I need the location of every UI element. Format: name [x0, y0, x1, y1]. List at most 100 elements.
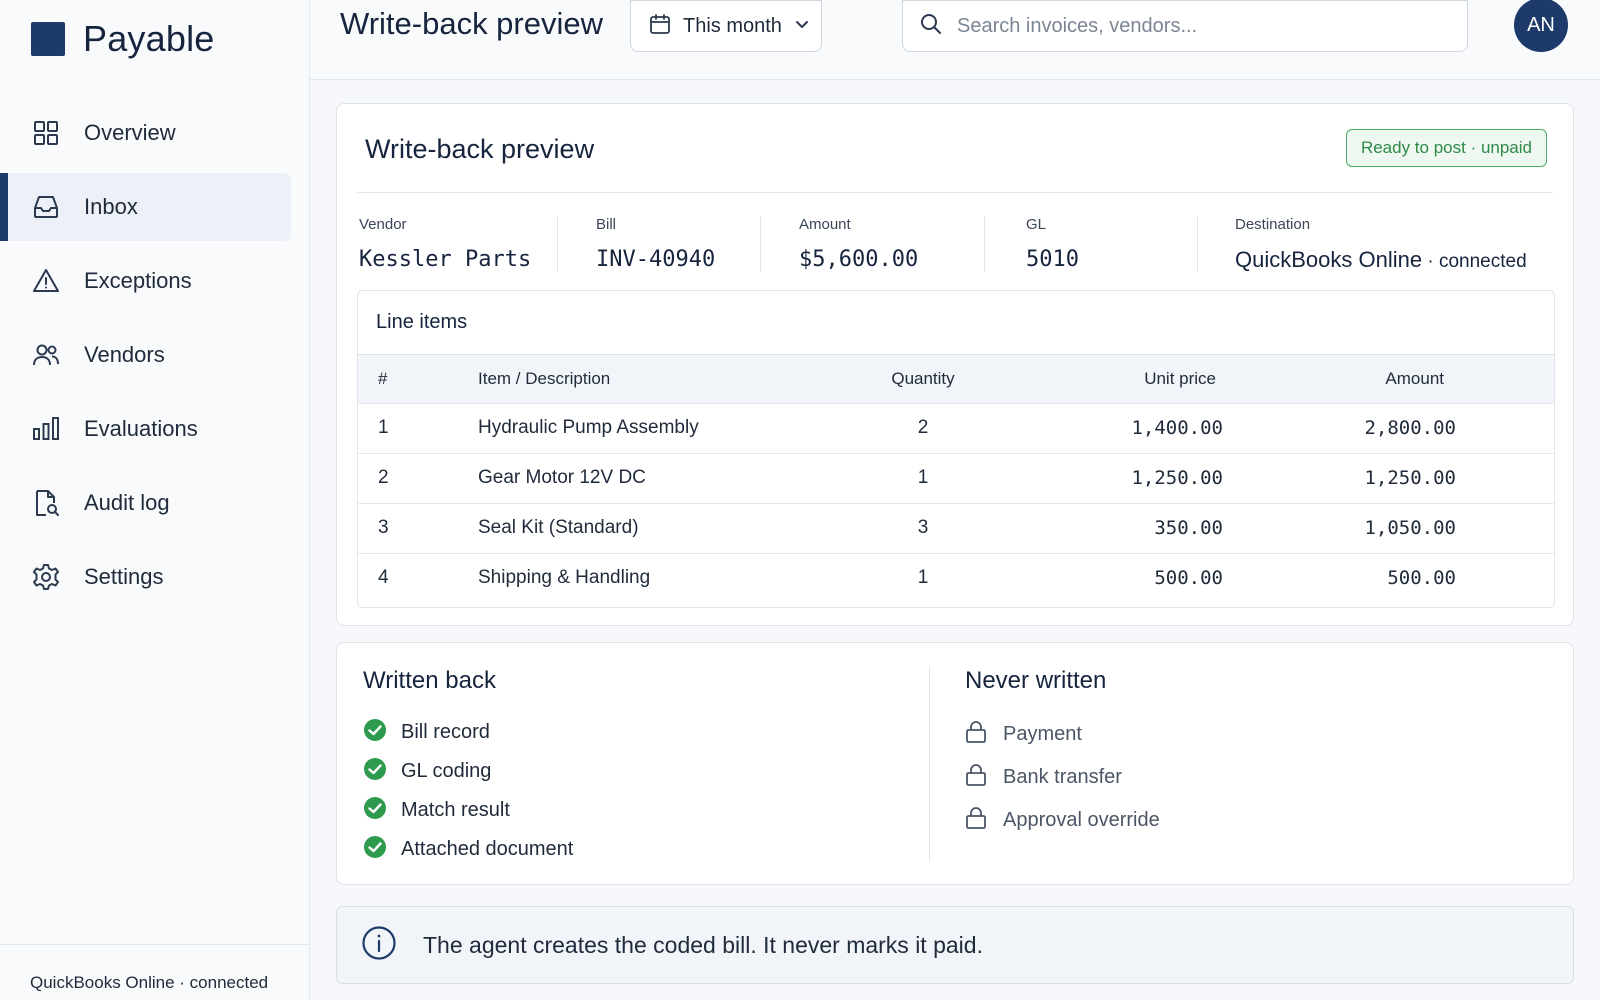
check-circle-icon — [363, 835, 387, 864]
search-icon — [919, 12, 943, 41]
row-quantity: 1 — [917, 467, 929, 488]
date-filter-label: This month — [683, 14, 782, 37]
sidebar-item-inbox[interactable]: Inbox — [0, 173, 291, 241]
sidebar-item-overview[interactable]: Overview — [0, 99, 291, 167]
sidebar-item-exceptions[interactable]: Exceptions — [0, 247, 291, 315]
divider — [1197, 216, 1198, 272]
row-amount: 1,050.00 — [1364, 517, 1456, 539]
user-avatar[interactable]: AN — [1514, 0, 1568, 52]
sidebar-nav: Overview Inbox Exceptions Vendors Evalua… — [0, 99, 291, 617]
sidebar-item-label: Vendors — [84, 342, 165, 367]
grid-icon — [32, 119, 60, 147]
brand[interactable]: Payable — [31, 18, 215, 60]
sidebar-item-vendors[interactable]: Vendors — [0, 321, 291, 389]
row-unit-price: 1,400.00 — [1131, 417, 1223, 439]
never-written-label: Bank transfer — [1003, 766, 1122, 788]
written-back-item: Attached document — [363, 830, 573, 869]
bill-value: INV-40940 — [596, 247, 716, 272]
amount-field: Amount $5,600.00 — [799, 216, 918, 272]
sidebar: Payable Overview Inbox Exceptions Vendor… — [0, 0, 310, 1000]
vendor-value: Kessler Parts — [359, 247, 532, 272]
sidebar-item-label: Inbox — [84, 194, 138, 219]
gl-value: 5010 — [1026, 247, 1079, 272]
sidebar-item-label: Overview — [84, 120, 176, 145]
destination-status: · connected — [1422, 251, 1527, 272]
amount-label: Amount — [799, 216, 851, 233]
sidebar-item-settings[interactable]: Settings — [0, 543, 291, 611]
top-bar: Write-back preview This month AN — [310, 0, 1600, 80]
row-quantity: 2 — [917, 417, 929, 438]
gl-field: GL 5010 — [1026, 216, 1079, 272]
destination-value: QuickBooks Online · connected — [1235, 247, 1527, 273]
bar-chart-icon — [32, 415, 60, 443]
column-header: # — [378, 368, 388, 388]
divider — [984, 216, 985, 272]
search-input[interactable] — [957, 14, 1437, 38]
calendar-icon — [649, 13, 671, 40]
line-items-title: Line items — [358, 291, 1554, 355]
date-filter-dropdown[interactable]: This month — [630, 0, 822, 52]
written-back-label: Bill record — [401, 721, 490, 743]
written-back-label: GL coding — [401, 760, 492, 782]
never-written-item: Bank transfer — [965, 756, 1160, 799]
write-back-preview-card: Write-back preview Ready to post · unpai… — [336, 103, 1574, 626]
sidebar-item-evaluations[interactable]: Evaluations — [0, 395, 291, 463]
sidebar-item-label: Evaluations — [84, 416, 198, 441]
check-circle-icon — [363, 757, 387, 786]
vendor-label: Vendor — [359, 216, 407, 233]
destination-label: Destination — [1235, 216, 1311, 233]
table-row[interactable]: 4 Shipping & Handling 1 500.00 500.00 — [358, 553, 1554, 603]
table-row[interactable]: 3 Seal Kit (Standard) 3 350.00 1,050.00 — [358, 503, 1554, 553]
table-row[interactable]: 2 Gear Motor 12V DC 1 1,250.00 1,250.00 — [358, 453, 1554, 503]
sidebar-item-label: Exceptions — [84, 268, 192, 293]
column-header: Quantity — [891, 368, 955, 388]
never-written-label: Payment — [1003, 723, 1082, 745]
table-header-row: # Item / Description Quantity Unit price… — [358, 355, 1554, 403]
row-description: Gear Motor 12V DC — [478, 467, 646, 488]
row-unit-price: 500.00 — [1154, 567, 1223, 590]
bill-summary: Vendor Kessler Parts Bill INV-40940 Amou… — [337, 204, 1573, 284]
integration-status: QuickBooks Online · connected — [0, 944, 310, 1000]
written-back-item: Bill record — [363, 713, 573, 752]
written-back-label: Match result — [401, 799, 510, 821]
info-message: The agent creates the coded bill. It nev… — [423, 931, 983, 958]
row-description: Seal Kit (Standard) — [478, 517, 639, 538]
bill-label: Bill — [596, 216, 617, 233]
inbox-icon — [32, 193, 60, 221]
page-title: Write-back preview — [340, 6, 604, 41]
row-unit-price: 1,250.00 — [1131, 467, 1223, 489]
column-header: Unit price — [1144, 368, 1216, 388]
search-box[interactable] — [902, 0, 1468, 52]
amount-value: $5,600.00 — [799, 247, 919, 272]
gl-label: GL — [1026, 216, 1047, 233]
row-quantity: 3 — [917, 517, 929, 538]
divider — [357, 192, 1553, 193]
written-back-section: Written back Bill record GL coding Match… — [363, 667, 573, 869]
line-items-table: # Item / Description Quantity Unit price… — [358, 355, 1554, 603]
written-back-label: Attached document — [401, 838, 574, 860]
sidebar-item-label: Settings — [84, 564, 164, 589]
column-header: Amount — [1385, 368, 1444, 388]
row-description: Shipping & Handling — [478, 567, 651, 589]
never-written-section: Never written Payment Bank transfer Appr… — [965, 667, 1160, 842]
never-written-title: Never written — [965, 667, 1107, 694]
written-back-item: Match result — [363, 791, 573, 830]
table-row[interactable]: 1 Hydraulic Pump Assembly 2 1,400.00 2,8… — [358, 403, 1554, 453]
vendor-field: Vendor Kessler Parts — [359, 216, 531, 272]
divider — [929, 667, 930, 861]
lock-icon — [965, 720, 987, 749]
divider — [760, 216, 761, 272]
sidebar-item-audit-log[interactable]: Audit log — [0, 469, 291, 537]
row-amount: 1,250.00 — [1364, 467, 1456, 489]
row-description: Hydraulic Pump Assembly — [478, 417, 699, 438]
row-amount: 2,800.00 — [1364, 417, 1456, 439]
document-search-icon — [32, 489, 60, 517]
row-number: 4 — [378, 567, 389, 589]
never-written-item: Approval override — [965, 799, 1160, 842]
write-scope-card: Written back Bill record GL coding Match… — [336, 642, 1574, 885]
info-banner: The agent creates the coded bill. It nev… — [336, 906, 1574, 984]
row-amount: 500.00 — [1387, 567, 1456, 590]
written-back-item: GL coding — [363, 752, 573, 791]
bill-field: Bill INV-40940 — [596, 216, 715, 272]
written-back-title: Written back — [363, 667, 496, 694]
